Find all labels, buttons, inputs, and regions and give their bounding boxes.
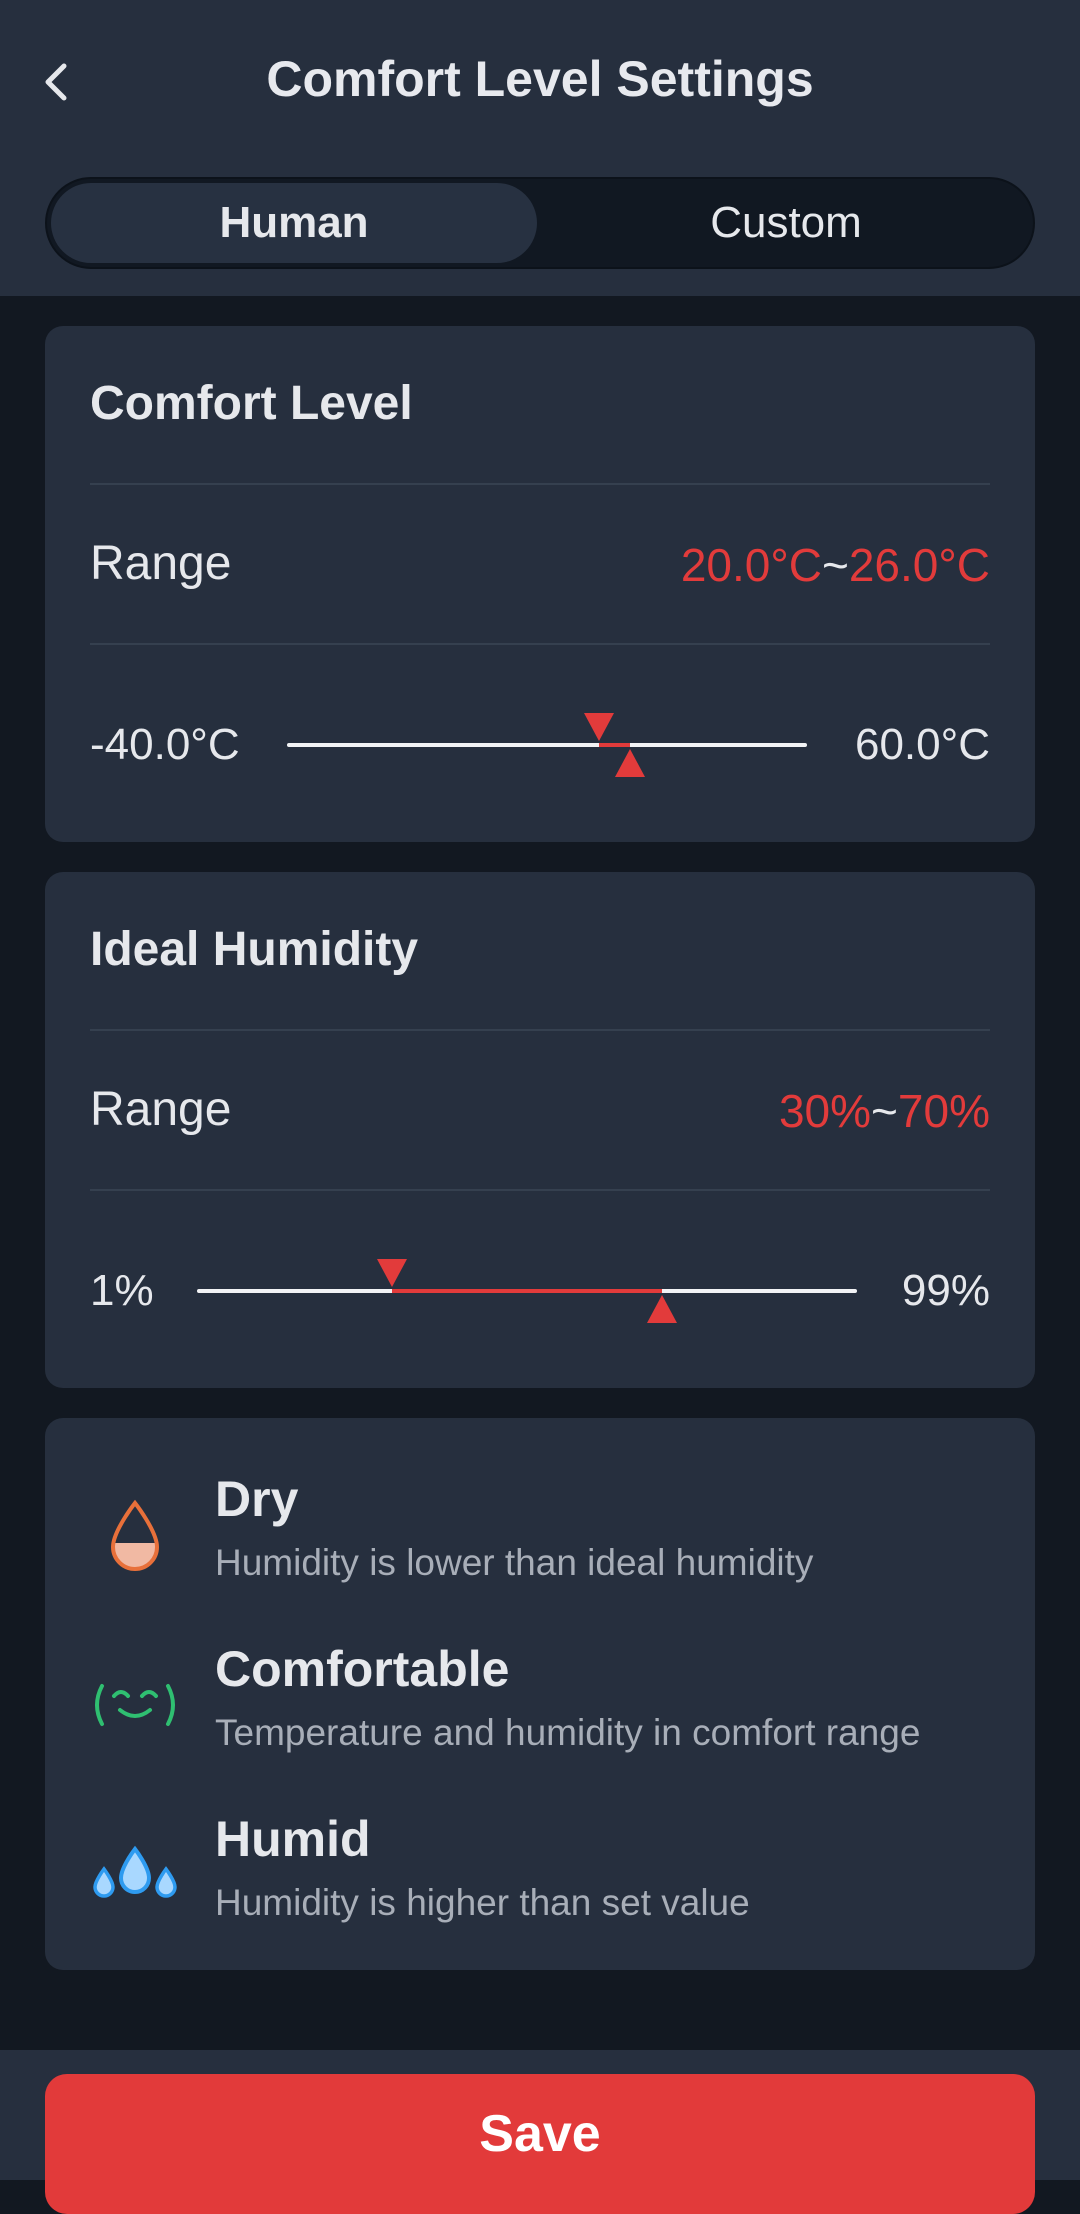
comfort-level-title: Comfort Level: [90, 377, 413, 430]
divider: [90, 1029, 990, 1031]
legend-title-humid: Humid: [215, 1811, 371, 1867]
humidity-low-handle[interactable]: [377, 1259, 408, 1287]
humidity-max-label: 99%: [901, 1266, 990, 1315]
save-button[interactable]: Save: [45, 2074, 1035, 2214]
legend-item-humid: Humid Humidity is higher than set value: [45, 1810, 1035, 1960]
smile-face-icon: [90, 1660, 180, 1750]
comfort-range-label: Range: [90, 537, 232, 590]
humidity-range-high: 70%: [897, 1085, 990, 1137]
top-bar: Comfort Level Settings Human Custom: [0, 0, 1080, 296]
legend-title-comfortable: Comfortable: [215, 1641, 510, 1697]
humidity-range-value: 30%~70%: [779, 1084, 990, 1138]
humidity-min-label: 1%: [90, 1266, 154, 1315]
comfort-min-label: -40.0°C: [90, 720, 240, 769]
divider: [90, 643, 990, 645]
comfort-max-label: 60.0°C: [854, 720, 990, 769]
comfort-range-value: 20.0°C~26.0°C: [681, 538, 990, 592]
humidity-slider-fill: [392, 1289, 662, 1293]
humidity-range-label: Range: [90, 1083, 232, 1136]
humidity-high-handle[interactable]: [646, 1295, 677, 1323]
legend-item-comfortable: Comfortable Temperature and humidity in …: [45, 1640, 1035, 1790]
comfort-slider-track[interactable]: [287, 743, 807, 747]
comfort-range-separator: ~: [821, 539, 849, 591]
ideal-humidity-title: Ideal Humidity: [90, 923, 419, 976]
ideal-humidity-card: Ideal Humidity Range 30%~70% 1% 99%: [45, 872, 1035, 1388]
comfort-low-handle[interactable]: [584, 713, 614, 741]
divider: [90, 483, 990, 485]
tab-custom[interactable]: Custom: [543, 183, 1029, 263]
comfort-high-handle[interactable]: [615, 749, 646, 777]
legend-desc-comfortable: Temperature and humidity in comfort rang…: [215, 1712, 921, 1753]
comfort-range-high: 26.0°C: [848, 539, 990, 591]
water-drop-icon: [90, 1490, 180, 1580]
mode-segmented-control: Human Custom: [45, 177, 1035, 269]
comfort-level-card: Comfort Level Range 20.0°C~26.0°C -40.0°…: [45, 326, 1035, 842]
tab-human[interactable]: Human: [51, 183, 537, 263]
legend-card: Dry Humidity is lower than ideal humidit…: [45, 1418, 1035, 1970]
comfort-slider-fill: [599, 743, 631, 747]
comfort-range-low: 20.0°C: [680, 539, 822, 591]
humidity-range-separator: ~: [871, 1085, 898, 1137]
legend-title-dry: Dry: [215, 1471, 299, 1527]
divider: [90, 1189, 990, 1191]
page-title: Comfort Level Settings: [266, 51, 814, 107]
legend-item-dry: Dry Humidity is lower than ideal humidit…: [45, 1470, 1035, 1620]
legend-desc-dry: Humidity is lower than ideal humidity: [215, 1542, 814, 1583]
legend-desc-humid: Humidity is higher than set value: [215, 1882, 750, 1923]
humidity-range-low: 30%: [778, 1085, 872, 1137]
humidity-slider-track[interactable]: [197, 1289, 857, 1293]
bottom-bar: Save: [0, 2050, 1080, 2214]
humid-drops-icon: [90, 1830, 180, 1920]
